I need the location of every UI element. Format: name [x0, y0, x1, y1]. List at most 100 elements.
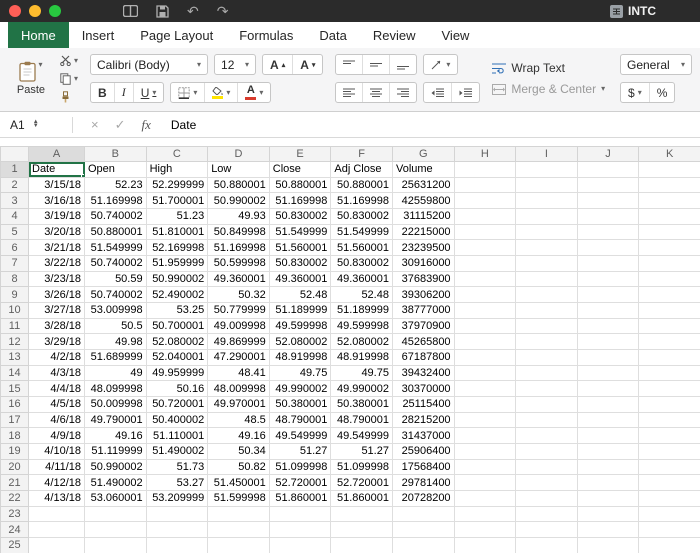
cell-H3[interactable]: [453, 192, 517, 210]
cell-K21[interactable]: [638, 474, 700, 492]
zoom-window-button[interactable]: [49, 5, 61, 17]
cell-C16[interactable]: 50.720001: [145, 396, 209, 413]
cell-C20[interactable]: 51.73: [145, 458, 209, 476]
cell-J16[interactable]: [576, 396, 640, 413]
cell-A19[interactable]: 4/10/18: [28, 443, 85, 460]
cell-E15[interactable]: 49.990002: [268, 380, 332, 398]
cell-K25[interactable]: [638, 537, 700, 553]
cell-D9[interactable]: 50.32: [207, 286, 270, 304]
cell-H21[interactable]: [453, 474, 517, 492]
italic-button[interactable]: I: [115, 83, 134, 102]
cell-K8[interactable]: [638, 270, 700, 288]
cell-J24[interactable]: [576, 521, 640, 539]
cell-D20[interactable]: 50.82: [207, 458, 270, 476]
cell-C24[interactable]: [145, 521, 209, 539]
column-header-H[interactable]: H: [453, 146, 517, 162]
cell-B11[interactable]: 50.5: [84, 317, 147, 335]
cell-A21[interactable]: 4/12/18: [28, 474, 85, 492]
cell-J21[interactable]: [576, 474, 640, 492]
cell-G3[interactable]: 42559800: [391, 192, 455, 210]
cell-H1[interactable]: [453, 161, 517, 178]
cell-B3[interactable]: 51.169998: [84, 192, 147, 210]
cell-E6[interactable]: 51.560001: [268, 239, 332, 257]
cell-E12[interactable]: 52.080002: [268, 333, 332, 351]
cell-C12[interactable]: 52.080002: [145, 333, 209, 351]
close-window-button[interactable]: [9, 5, 21, 17]
cell-C23[interactable]: [145, 505, 209, 523]
cell-H25[interactable]: [453, 537, 517, 553]
cell-D25[interactable]: [207, 537, 270, 553]
cell-J3[interactable]: [576, 192, 640, 210]
row-header-4[interactable]: 4: [0, 208, 29, 225]
cell-D2[interactable]: 50.880001: [207, 176, 270, 194]
cell-J6[interactable]: [576, 239, 640, 257]
cell-F16[interactable]: 50.380001: [330, 396, 393, 413]
row-header-21[interactable]: 21: [0, 474, 29, 492]
column-header-I[interactable]: I: [515, 146, 578, 162]
cell-B12[interactable]: 49.98: [84, 333, 147, 351]
cell-J10[interactable]: [576, 302, 640, 319]
percent-format-button[interactable]: %: [650, 83, 675, 102]
cell-D18[interactable]: 49.16: [207, 427, 270, 445]
cell-E5[interactable]: 51.549999: [268, 223, 332, 241]
cell-K20[interactable]: [638, 458, 700, 476]
cell-H20[interactable]: [453, 458, 517, 476]
cell-D12[interactable]: 49.869999: [207, 333, 270, 351]
cell-F21[interactable]: 52.720001: [330, 474, 393, 492]
cell-I1[interactable]: [515, 161, 578, 178]
cell-C6[interactable]: 52.169998: [145, 239, 209, 257]
paste-button[interactable]: ▾ Paste: [8, 61, 54, 97]
cell-G6[interactable]: 23239500: [391, 239, 455, 257]
cell-E19[interactable]: 51.27: [268, 443, 332, 460]
select-all-corner[interactable]: [0, 146, 29, 162]
tab-insert[interactable]: Insert: [69, 22, 128, 48]
row-header-5[interactable]: 5: [0, 223, 29, 241]
cell-D22[interactable]: 51.599998: [207, 490, 270, 507]
cell-F11[interactable]: 49.599998: [330, 317, 393, 335]
row-header-17[interactable]: 17: [0, 411, 29, 429]
cell-A23[interactable]: [28, 505, 85, 523]
row-header-7[interactable]: 7: [0, 255, 29, 272]
cell-H14[interactable]: [453, 364, 517, 382]
cancel-entry-icon[interactable]: ×: [91, 117, 99, 132]
cell-I14[interactable]: [515, 364, 578, 382]
cell-B1[interactable]: Open: [84, 161, 147, 178]
increase-indent-button[interactable]: [452, 83, 479, 102]
undo-icon[interactable]: ↶: [187, 4, 199, 18]
align-right-button[interactable]: [390, 83, 416, 102]
row-header-15[interactable]: 15: [0, 380, 29, 398]
cell-G2[interactable]: 25631200: [391, 176, 455, 194]
cell-D13[interactable]: 47.290001: [207, 349, 270, 366]
minimize-window-button[interactable]: [29, 5, 41, 17]
align-center-button[interactable]: [363, 83, 391, 102]
cell-C15[interactable]: 50.16: [145, 380, 209, 398]
cell-J9[interactable]: [576, 286, 640, 304]
align-middle-button[interactable]: [363, 55, 391, 74]
cell-C4[interactable]: 51.23: [145, 208, 209, 225]
cell-G13[interactable]: 67187800: [391, 349, 455, 366]
currency-format-button[interactable]: $ ▾: [621, 83, 650, 102]
cell-H22[interactable]: [453, 490, 517, 507]
cell-K12[interactable]: [638, 333, 700, 351]
tab-home[interactable]: Home: [8, 22, 69, 48]
cell-I5[interactable]: [515, 223, 578, 241]
cell-F14[interactable]: 49.75: [330, 364, 393, 382]
cell-J14[interactable]: [576, 364, 640, 382]
cell-E20[interactable]: 51.099998: [268, 458, 332, 476]
cell-K22[interactable]: [638, 490, 700, 507]
cell-C14[interactable]: 49.959999: [145, 364, 209, 382]
cell-F8[interactable]: 49.360001: [330, 270, 393, 288]
cell-K6[interactable]: [638, 239, 700, 257]
cell-G5[interactable]: 22215000: [391, 223, 455, 241]
cell-A8[interactable]: 3/23/18: [28, 270, 85, 288]
row-header-6[interactable]: 6: [0, 239, 29, 257]
row-header-12[interactable]: 12: [0, 333, 29, 351]
cell-B19[interactable]: 51.119999: [84, 443, 147, 460]
cell-C1[interactable]: High: [145, 161, 209, 178]
cell-H2[interactable]: [453, 176, 517, 194]
cell-K1[interactable]: [638, 161, 700, 178]
cell-E7[interactable]: 50.830002: [268, 255, 332, 272]
cell-J2[interactable]: [576, 176, 640, 194]
cell-B10[interactable]: 53.009998: [84, 302, 147, 319]
decrease-indent-button[interactable]: [424, 83, 453, 102]
